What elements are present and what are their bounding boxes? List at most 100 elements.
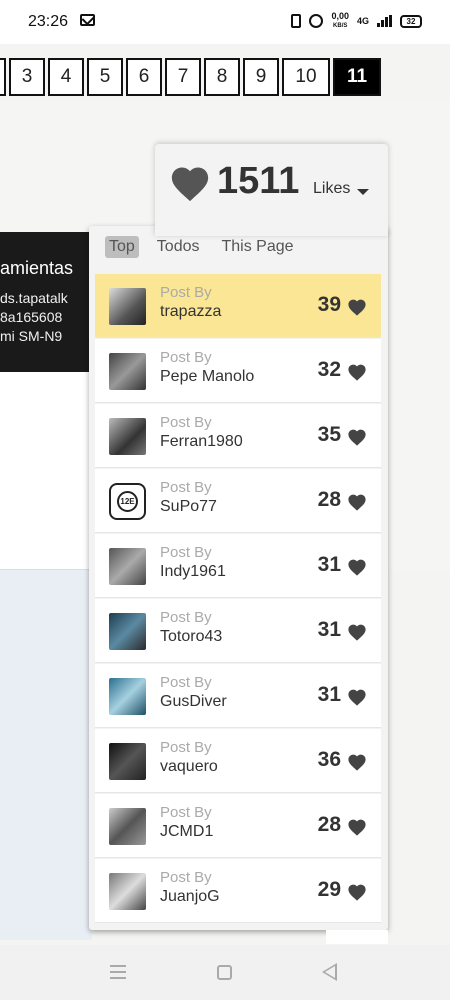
- username-link[interactable]: JCMD1: [160, 823, 213, 841]
- network-speed: 0,00 KB/S: [331, 12, 349, 30]
- username-link[interactable]: GusDiver: [160, 693, 227, 711]
- network-speed-unit: KB/S: [333, 23, 348, 29]
- likes-label: Likes: [313, 180, 351, 197]
- page-button-7[interactable]: 7: [165, 58, 201, 96]
- avatar-12e-watch-icon[interactable]: 12E: [109, 483, 146, 520]
- username-link[interactable]: Indy1961: [160, 563, 226, 581]
- like-score: 28: [317, 488, 341, 511]
- page-button-4[interactable]: 4: [48, 58, 84, 96]
- tools-tooltip: amientas ds.tapatalk 8a165608 mi SM-N9: [0, 232, 92, 372]
- page-button-3[interactable]: 3: [9, 58, 45, 96]
- tooltip-line: ds.tapatalk: [0, 290, 68, 306]
- username-link[interactable]: vaquero: [160, 758, 218, 776]
- likes-popup: Top Todos This Page Post By trapazza 39 Pos…: [89, 226, 388, 930]
- post-by-label: Post By: [160, 414, 212, 431]
- avatar-shark-icon[interactable]: [109, 678, 146, 715]
- status-time: 23:26: [28, 13, 69, 30]
- alarm-icon: [309, 14, 324, 28]
- likes-header[interactable]: 1511 Likes: [155, 144, 388, 236]
- like-list-item[interactable]: Post By Pepe Manolo 32: [95, 339, 381, 403]
- heart-icon: [347, 298, 367, 321]
- heart-icon: [347, 428, 367, 451]
- heart-icon: [347, 818, 367, 841]
- page-button-9[interactable]: 9: [243, 58, 279, 96]
- username-link[interactable]: JuanjoG: [160, 888, 220, 906]
- like-list-item[interactable]: Post By GusDiver 31: [95, 664, 381, 728]
- page-button-10[interactable]: 10: [282, 58, 330, 96]
- avatar-person-icon[interactable]: [109, 808, 146, 845]
- network-type: 4G: [356, 16, 369, 26]
- like-score: 28: [317, 813, 341, 836]
- avatar-portrait-icon[interactable]: [109, 418, 146, 455]
- like-list-item[interactable]: Post By Ferran1980 35: [95, 404, 381, 468]
- status-indicators: 0,00 KB/S 4G 32: [291, 12, 422, 30]
- like-list-item[interactable]: Post By Totoro43 31: [95, 599, 381, 663]
- username-link[interactable]: Ferran1980: [160, 433, 243, 451]
- avatar-clock-icon[interactable]: [109, 548, 146, 585]
- like-score: 35: [317, 423, 341, 446]
- tooltip-title: amientas: [0, 258, 74, 278]
- network-speed-value: 0,00: [331, 11, 349, 21]
- post-by-label: Post By: [160, 349, 212, 366]
- like-score: 31: [317, 618, 341, 641]
- signal-bars-icon: [377, 15, 392, 27]
- status-bar: 23:26 0,00 KB/S 4G 32: [0, 0, 450, 44]
- page-background-lower: [0, 570, 92, 940]
- heart-icon: [347, 363, 367, 386]
- username-link[interactable]: SuPo77: [160, 498, 217, 516]
- like-score: 29: [317, 878, 341, 901]
- tab-this-page[interactable]: This Page: [218, 236, 298, 258]
- tooltip-line: mi SM-N9: [0, 328, 63, 344]
- post-by-label: Post By: [160, 609, 212, 626]
- page-button-8[interactable]: 8: [204, 58, 240, 96]
- likes-count: 1511: [217, 160, 300, 202]
- avatar-watch-icon[interactable]: [109, 353, 146, 390]
- post-by-label: Post By: [160, 544, 212, 561]
- post-by-label: Post By: [160, 674, 212, 691]
- recent-apps-icon[interactable]: [110, 965, 126, 983]
- page-button-5[interactable]: 5: [87, 58, 123, 96]
- tooltip-line: 8a165608: [0, 309, 63, 325]
- heart-icon: [347, 688, 367, 711]
- like-list-item[interactable]: Post By trapazza 39: [95, 274, 381, 338]
- page-button-6[interactable]: 6: [126, 58, 162, 96]
- like-list-item[interactable]: Post By JuanjoG 29: [95, 859, 381, 923]
- post-by-label: Post By: [160, 739, 212, 756]
- username-link[interactable]: trapazza: [160, 303, 221, 321]
- likes-tabs: Top Todos This Page: [105, 236, 298, 258]
- avatar-diver-watch-icon[interactable]: [109, 873, 146, 910]
- like-score: 31: [317, 683, 341, 706]
- like-list-item[interactable]: Post By JCMD1 28: [95, 794, 381, 858]
- like-score: 39: [317, 293, 341, 316]
- back-icon[interactable]: [322, 963, 337, 981]
- gmail-notification-icon: [80, 14, 95, 26]
- tab-top[interactable]: Top: [105, 236, 139, 258]
- username-link[interactable]: Pepe Manolo: [160, 368, 254, 386]
- avatar-watch-text: 12E: [117, 491, 138, 512]
- vibrate-icon: [291, 14, 302, 28]
- like-list-item[interactable]: 12E Post By SuPo77 28: [95, 469, 381, 533]
- caret-down-icon: [357, 189, 369, 195]
- heart-icon: [347, 753, 367, 776]
- like-list-item[interactable]: Post By vaquero 36: [95, 729, 381, 793]
- avatar-chaplin-icon[interactable]: [109, 288, 146, 325]
- post-by-label: Post By: [160, 479, 212, 496]
- tab-todos[interactable]: Todos: [153, 236, 204, 258]
- avatar-man-icon[interactable]: [109, 613, 146, 650]
- page-button-partial[interactable]: [0, 58, 6, 96]
- heart-icon: [347, 493, 367, 516]
- post-by-label: Post By: [160, 804, 212, 821]
- like-score: 31: [317, 553, 341, 576]
- like-list-item[interactable]: Post By Indy1961 31: [95, 534, 381, 598]
- heart-icon: [347, 558, 367, 581]
- heart-icon: [347, 883, 367, 906]
- home-icon[interactable]: [217, 965, 232, 980]
- popup-bottom-edge: [326, 930, 388, 944]
- battery-icon: 32: [400, 14, 422, 28]
- like-score: 36: [317, 748, 341, 771]
- username-link[interactable]: Totoro43: [160, 628, 222, 646]
- avatar-dark-watch-icon[interactable]: [109, 743, 146, 780]
- heart-icon: [171, 167, 209, 202]
- page-button-11-current[interactable]: 11: [333, 58, 381, 96]
- pagination: 3 4 5 6 7 8 9 10 11: [0, 58, 381, 96]
